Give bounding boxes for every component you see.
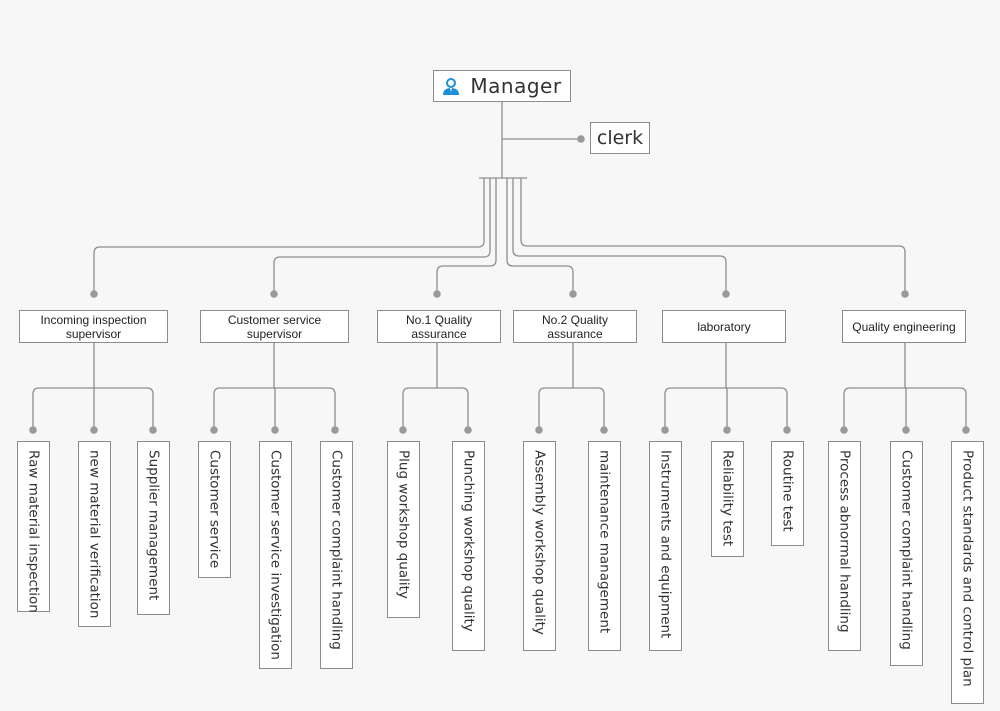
function-node[interactable]: Product standards and control plan: [951, 441, 984, 704]
child-connector-dot: [840, 426, 848, 434]
child-connector-dot: [723, 426, 731, 434]
function-node[interactable]: Supplier management: [137, 441, 170, 615]
assistant-label: clerk: [596, 127, 644, 149]
department-node[interactable]: Customer service supervisor: [200, 310, 349, 343]
function-node[interactable]: new material verification: [78, 441, 111, 627]
function-node[interactable]: Customer service investigation: [259, 441, 292, 669]
department-connector-line: [512, 178, 727, 294]
department-connector-dot: [433, 290, 441, 298]
function-node[interactable]: Customer complaint handling: [320, 441, 353, 669]
function-node[interactable]: Customer service: [198, 441, 231, 578]
function-label: new material verification: [86, 450, 103, 619]
child-connector-dot: [90, 426, 98, 434]
department-connector-dot: [722, 290, 730, 298]
child-connector-dot: [464, 426, 472, 434]
department-node[interactable]: Quality engineering: [842, 310, 966, 343]
function-label: Raw material inspection: [25, 450, 42, 613]
function-label: Assembly workshop quality: [531, 450, 548, 635]
department-connector-dot: [270, 290, 278, 298]
department-label: Quality engineering: [852, 319, 956, 334]
function-node[interactable]: Process abnormal handling: [828, 441, 861, 651]
root-label: Manager: [470, 74, 562, 98]
department-label: No.1 Quality assurance: [405, 312, 473, 341]
children-bus-line: [843, 387, 967, 430]
function-label: Product standards and control plan: [959, 450, 976, 687]
function-label: Customer service: [206, 450, 223, 569]
function-node[interactable]: Routine test: [771, 441, 804, 546]
root-node-manager[interactable]: Manager: [433, 70, 571, 102]
assistant-node-clerk[interactable]: clerk: [590, 122, 650, 154]
department-connector-line: [436, 178, 497, 294]
child-connector-dot: [29, 426, 37, 434]
children-bus-line: [538, 387, 605, 430]
department-label: Incoming inspection supervisor: [40, 312, 147, 341]
child-connector-dot: [535, 426, 543, 434]
department-connector-dot: [901, 290, 909, 298]
department-node[interactable]: No.1 Quality assurance: [377, 310, 501, 343]
function-label: Supplier management: [145, 450, 162, 601]
child-connector-dot: [962, 426, 970, 434]
child-connector-dot: [271, 426, 279, 434]
department-connector-line: [273, 178, 491, 294]
function-node[interactable]: Punching workshop quality: [452, 441, 485, 651]
function-label: Plug workshop quality: [395, 450, 412, 599]
child-connector-dot: [600, 426, 608, 434]
department-label: No.2 Quality assurance: [541, 312, 609, 341]
department-connector-line: [520, 178, 906, 294]
child-connector-dot: [210, 426, 218, 434]
function-node[interactable]: Assembly workshop quality: [523, 441, 556, 651]
clerk-connector-dot: [577, 135, 585, 143]
department-connector-dot: [90, 290, 98, 298]
function-label: Process abnormal handling: [836, 450, 853, 633]
children-bus-line: [32, 387, 154, 430]
department-node[interactable]: laboratory: [662, 310, 786, 343]
function-node[interactable]: Customer complaint handling: [890, 441, 923, 666]
function-label: Reliability test: [719, 450, 736, 547]
child-connector-dot: [149, 426, 157, 434]
function-label: Customer service investigation: [267, 450, 284, 660]
department-label: laboratory: [697, 319, 751, 334]
department-connector-dot: [569, 290, 577, 298]
department-label: Customer service supervisor: [227, 312, 322, 341]
department-node[interactable]: No.2 Quality assurance: [513, 310, 637, 343]
function-label: Routine test: [779, 450, 796, 532]
function-node[interactable]: Raw material inspection: [17, 441, 50, 613]
child-connector-dot: [399, 426, 407, 434]
department-node[interactable]: Incoming inspection supervisor: [19, 310, 168, 343]
function-node[interactable]: Instruments and equipment: [649, 441, 682, 651]
function-node[interactable]: Plug workshop quality: [387, 441, 420, 618]
function-label: Instruments and equipment: [657, 450, 674, 639]
children-bus-line: [664, 387, 788, 430]
function-label: maintenance management: [596, 450, 613, 634]
function-label: Customer complaint handling: [898, 450, 915, 650]
children-bus-line: [402, 387, 469, 430]
function-node[interactable]: Reliability test: [711, 441, 744, 557]
department-connector-line: [93, 178, 485, 294]
child-connector-dot: [902, 426, 910, 434]
function-label: Punching workshop quality: [460, 450, 477, 632]
child-connector-dot: [331, 426, 339, 434]
function-label: Customer complaint handling: [328, 450, 345, 650]
department-connector-line: [506, 178, 574, 294]
child-connector-dot: [783, 426, 791, 434]
function-node[interactable]: maintenance management: [588, 441, 621, 651]
person-icon: [442, 77, 460, 95]
child-connector-dot: [661, 426, 669, 434]
